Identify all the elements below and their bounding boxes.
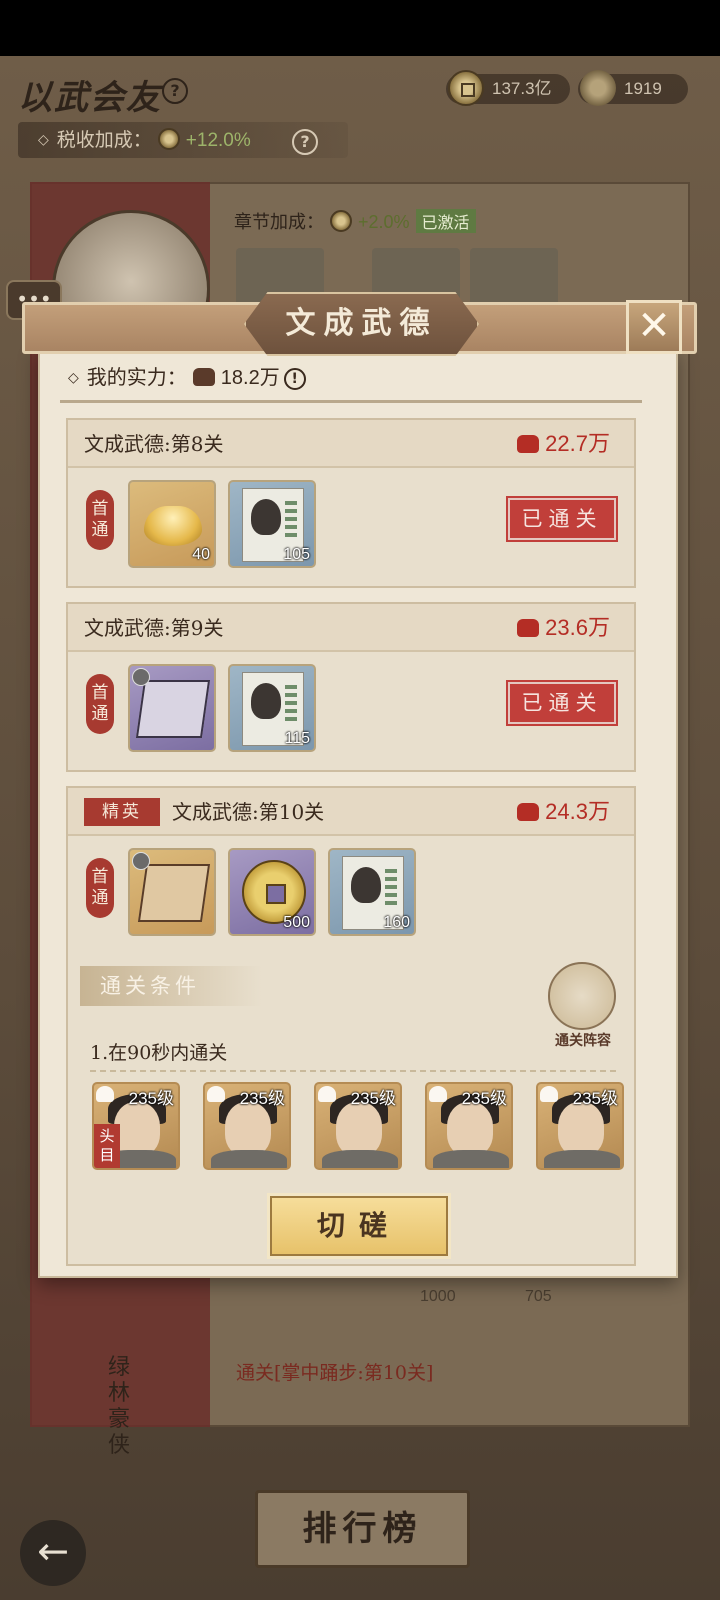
stage-name: 文成武德:第8关 <box>84 432 224 456</box>
reward-count: 500 <box>283 914 310 931</box>
reward-copper-coin[interactable]: 500 <box>228 848 316 936</box>
stage-power-value: 24.3万 <box>545 799 610 824</box>
hero-level: 235级 <box>350 1089 396 1108</box>
stage-power: 24.3万 <box>511 788 610 836</box>
chapter-side-name: 绿林豪侠 <box>108 1355 131 1458</box>
power-fist-icon <box>192 368 215 386</box>
stage-name: 文成武德:第10关 <box>172 800 325 824</box>
power-fist-icon <box>517 435 540 453</box>
reward-hero-scroll[interactable]: 115 <box>228 664 316 752</box>
hero-class-icon <box>96 1086 114 1102</box>
stage-power-value: 23.6万 <box>545 615 610 640</box>
lineup-label: 通关阵容 <box>555 1033 611 1049</box>
enemy-hero-card[interactable]: 235级 头目 <box>92 1082 180 1170</box>
hero-class-icon <box>207 1086 225 1102</box>
reward-gold-ingot[interactable]: 40 <box>128 480 216 568</box>
help-icon[interactable]: ? <box>162 78 188 104</box>
tax-bonus-value: +12.0% <box>185 130 251 151</box>
fame-counter[interactable]: 1919 <box>578 70 688 106</box>
stage-power-value: 22.7万 <box>545 431 610 456</box>
bg-reward-count: 705 <box>525 1288 552 1305</box>
back-button[interactable]: ← <box>20 1520 86 1586</box>
divider <box>60 400 642 403</box>
tax-bonus-label: 税收加成： <box>56 129 152 151</box>
tax-help-icon[interactable]: ? <box>292 129 318 155</box>
stage-card-9: 文成武德:第9关 23.6万 首通 115 已通关 <box>66 602 636 772</box>
wrench-icon <box>132 668 150 686</box>
enemy-hero-card[interactable]: 235级 <box>314 1082 402 1170</box>
passed-stamp: 已通关 <box>508 682 616 724</box>
power-fist-icon <box>517 803 540 821</box>
reward-hero-scroll[interactable]: 160 <box>328 848 416 936</box>
stage-name: 文成武德:第9关 <box>84 616 224 640</box>
bg-reward-count: 1000 <box>420 1288 456 1305</box>
chapter-reward-slot <box>470 248 558 310</box>
enemy-hero-card[interactable]: 235级 <box>203 1082 291 1170</box>
activated-badge: 已激活 <box>415 209 476 233</box>
dialog-title: 文成武德 <box>285 306 438 341</box>
lineup-button[interactable] <box>548 962 616 1030</box>
stage-power: 23.6万 <box>511 604 610 652</box>
reward-skill-book-box[interactable] <box>128 664 216 752</box>
stage-header: 文成武德:第9关 23.6万 <box>68 604 634 652</box>
my-power-label: 我的实力： <box>86 365 187 389</box>
reward-hero-scroll[interactable]: 105 <box>228 480 316 568</box>
page-title: 以武会友 <box>18 78 162 118</box>
divider <box>90 1070 620 1072</box>
hero-class-icon <box>429 1086 447 1102</box>
copper-coin-value: 137.3亿 <box>492 79 552 98</box>
enemy-hero-card[interactable]: 235级 <box>425 1082 513 1170</box>
stage-card-8: 文成武德:第8关 22.7万 首通 40 105 已通关 <box>66 418 636 588</box>
ranking-button[interactable]: 排行榜 <box>255 1490 470 1568</box>
chapter-bonus: 章节加成： +2.0% 已激活 <box>234 208 476 234</box>
chapter-bonus-label: 章节加成： <box>234 212 324 233</box>
condition-item: 1.在90秒内通关 <box>90 1042 228 1064</box>
stage-power: 22.7万 <box>511 420 610 468</box>
reward-count: 40 <box>192 546 210 563</box>
elite-tag: 精英 <box>84 798 160 826</box>
fame-value: 1919 <box>624 79 662 98</box>
passed-stamp: 已通关 <box>508 498 616 540</box>
reward-skill-book[interactable] <box>128 848 216 936</box>
hero-level: 235级 <box>239 1089 285 1108</box>
power-info-icon[interactable]: ! <box>283 368 306 390</box>
diamond-icon: ◇ <box>68 370 79 386</box>
copper-coin-icon <box>448 70 484 106</box>
enemy-hero-card[interactable]: 235级 <box>536 1082 624 1170</box>
first-clear-tag: 首通 <box>86 490 114 550</box>
coin-icon <box>330 210 352 232</box>
reward-count: 160 <box>383 914 410 931</box>
chapter-bonus-value: +2.0% <box>358 212 410 232</box>
power-fist-icon <box>517 619 540 637</box>
conditions-title: 通关条件 <box>80 966 262 1006</box>
gold-ingot-icon <box>144 506 202 546</box>
copper-coin-counter[interactable]: 137.3亿 <box>446 70 570 106</box>
my-power-value: 18.2万 <box>220 367 280 389</box>
fame-icon <box>580 70 616 106</box>
stage-card-10: 精英 文成武德:第10关 24.3万 首通 500 160 <box>66 786 636 1266</box>
spar-button[interactable]: 切磋 <box>270 1196 448 1256</box>
first-clear-tag: 首通 <box>86 674 114 734</box>
my-power: ◇ 我的实力： 18.2万! <box>68 364 306 391</box>
hero-level: 235级 <box>128 1089 174 1108</box>
hero-level: 235级 <box>572 1089 618 1108</box>
coin-icon <box>157 128 180 150</box>
first-clear-tag: 首通 <box>86 858 114 918</box>
stage-header: 精英 文成武德:第10关 24.3万 <box>68 788 634 836</box>
leader-tag: 头目 <box>94 1124 120 1168</box>
close-button[interactable]: ✕ <box>626 300 682 354</box>
skill-book-box-icon <box>135 680 211 738</box>
skill-book-icon <box>137 864 211 922</box>
hero-level: 235级 <box>461 1089 507 1108</box>
status-bar <box>0 0 720 56</box>
diamond-icon: ◇ <box>38 132 49 148</box>
wrench-icon <box>132 852 150 870</box>
stage-header: 文成武德:第8关 22.7万 <box>68 420 634 468</box>
bg-clear-condition: 通关[掌中踊步:第10关] <box>236 1362 434 1384</box>
reward-count: 115 <box>284 730 310 747</box>
hero-class-icon <box>318 1086 336 1102</box>
reward-count: 105 <box>283 546 310 563</box>
hero-class-icon <box>540 1086 558 1102</box>
